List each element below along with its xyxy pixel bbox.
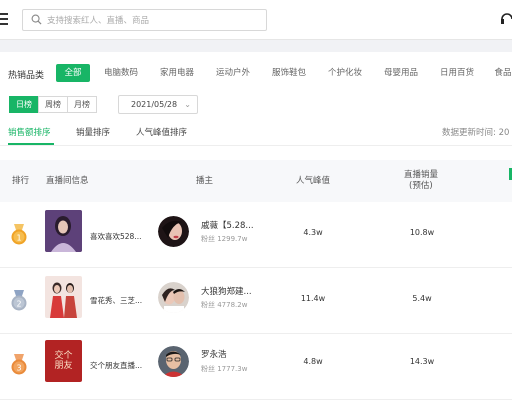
category-filter: 热销品类 全部 电脑数码 家用电器 运动户外 服饰鞋包 个护化妆 母婴用品 日用… — [8, 64, 512, 84]
avatar[interactable] — [158, 346, 189, 377]
sales-value: 10.8w — [409, 228, 435, 237]
category-baby[interactable]: 母婴用品 — [380, 64, 422, 82]
silver-medal-icon: 2 — [11, 290, 27, 311]
rank-number: 3 — [16, 364, 21, 373]
rank-number: 1 — [16, 234, 21, 243]
search-input[interactable]: 支持搜索红人、直播、商品 — [47, 14, 149, 26]
live-title[interactable]: 喜欢喜欢528... — [90, 231, 141, 242]
sales-value: 5.4w — [412, 294, 432, 303]
date-value: 2021/05/28 — [131, 100, 178, 109]
header-sales[interactable]: 直播销量 — [404, 170, 438, 181]
anchor-name[interactable]: 戚薇【5.28... — [201, 219, 254, 231]
period-day-button[interactable]: 日榜 — [9, 96, 39, 113]
tab-sales-amount[interactable]: 销售额排序 — [8, 126, 51, 138]
header-live-info: 直播间信息 — [46, 176, 89, 186]
header-rank: 排行 — [12, 176, 30, 186]
ranking-panel: 热销品类 全部 电脑数码 家用电器 运动户外 服饰鞋包 个护化妆 母婴用品 日用… — [0, 52, 512, 400]
header-peak[interactable]: 人气峰值 — [296, 176, 330, 187]
category-apparel[interactable]: 服饰鞋包 — [268, 64, 310, 82]
menu-icon[interactable] — [0, 13, 10, 25]
period-toggle: 日榜 周榜 月榜 — [9, 96, 97, 113]
chevron-down-icon: ⌄ — [184, 100, 191, 109]
avatar[interactable] — [158, 282, 189, 313]
live-thumbnail[interactable] — [45, 276, 82, 318]
anchor-name[interactable]: 罗永浩 — [201, 348, 227, 360]
category-appliances[interactable]: 家用电器 — [156, 64, 198, 82]
category-daily[interactable]: 日用百货 — [436, 64, 478, 82]
fans-count: 粉丝 1777.3w — [201, 365, 248, 373]
peak-value: 4.8w — [303, 357, 323, 366]
table-row[interactable]: 2 雪花秀、三芝... 大狼狗郑建... 粉丝 4778.2w 11.4w 5.… — [0, 268, 512, 334]
anchor-name[interactable]: 大狼狗郑建... — [201, 285, 252, 297]
top-bar: 支持搜索红人、直播、商品 — [0, 0, 512, 40]
search-icon — [31, 14, 42, 25]
search-box[interactable]: 支持搜索红人、直播、商品 — [22, 9, 267, 31]
thumbnail-logo-text: 交个朋友 — [54, 351, 73, 371]
peak-value: 11.4w — [300, 294, 326, 303]
live-title[interactable]: 交个朋友直播... — [90, 360, 142, 371]
live-title[interactable]: 雪花秀、三芝... — [90, 295, 142, 306]
sort-tabs: 销售额排序 销量排序 人气峰值排序 数据更新时间: 20 — [0, 122, 512, 146]
rank-number: 2 — [16, 300, 21, 309]
category-food[interactable]: 食品 — [492, 64, 512, 82]
gold-medal-icon: 1 — [11, 224, 27, 245]
period-week-button[interactable]: 周榜 — [38, 96, 68, 113]
date-select[interactable]: 2021/05/28 ⌄ — [118, 95, 198, 114]
live-thumbnail[interactable] — [45, 210, 82, 252]
sales-value: 14.3w — [409, 357, 435, 366]
peak-value: 4.3w — [303, 228, 323, 237]
category-cosmetics[interactable]: 个护化妆 — [324, 64, 366, 82]
tab-peak-popularity[interactable]: 人气峰值排序 — [136, 126, 187, 138]
headset-icon[interactable] — [500, 11, 512, 25]
update-time: 数据更新时间: 20 — [442, 128, 510, 138]
table-row[interactable]: 3 交个朋友 交个朋友直播... 罗永浩 粉丝 1777.3w 4.8w 14.… — [0, 334, 512, 400]
period-month-button[interactable]: 月榜 — [67, 96, 97, 113]
fans-count: 粉丝 4778.2w — [201, 301, 248, 309]
avatar[interactable] — [158, 216, 189, 247]
category-digital[interactable]: 电脑数码 — [100, 64, 142, 82]
category-all[interactable]: 全部 — [56, 64, 90, 82]
category-title: 热销品类 — [8, 71, 45, 81]
live-thumbnail[interactable]: 交个朋友 — [45, 340, 82, 382]
header-anchor: 播主 — [196, 176, 214, 186]
fans-count: 粉丝 1299.7w — [201, 235, 248, 243]
active-tab-indicator — [8, 143, 54, 145]
table-row[interactable]: 1 喜欢喜欢528... 戚薇【5.28... 粉丝 1299.7w 4.3w … — [0, 202, 512, 268]
bronze-medal-icon: 3 — [11, 354, 27, 375]
table-header: 排行 直播间信息 播主 人气峰值 直播销量 (预估) — [0, 160, 512, 202]
header-sales-note: (预估) — [409, 181, 433, 191]
tab-sales-volume[interactable]: 销量排序 — [76, 126, 110, 138]
category-outdoor[interactable]: 运动户外 — [212, 64, 254, 82]
